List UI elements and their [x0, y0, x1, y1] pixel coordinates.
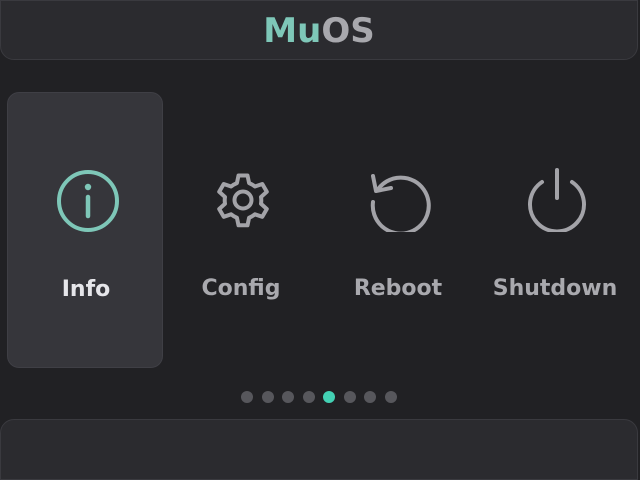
page-dot-active	[323, 391, 335, 403]
menu-item-reboot[interactable]: Reboot	[320, 92, 476, 368]
page-indicator	[241, 391, 397, 403]
menu-item-label: Reboot	[353, 276, 443, 301]
app-title: MuOS	[263, 14, 374, 48]
gear-icon	[211, 168, 275, 232]
page-dot	[302, 391, 315, 403]
menu-tiles: Info Config Reboot Shutdown	[0, 92, 640, 368]
page-dot	[343, 391, 356, 403]
menu-item-config[interactable]: Config	[163, 92, 319, 368]
main-menu-screen: MuOS Info Config Reboot Shutdown	[0, 0, 640, 480]
menu-item-info[interactable]: Info	[7, 92, 163, 368]
app-title-rest: OS	[321, 11, 375, 51]
menu-item-label: Config	[201, 276, 281, 301]
info-icon	[56, 169, 120, 233]
power-icon	[525, 168, 589, 232]
menu-item-label: Info	[61, 277, 111, 302]
page-dot	[241, 391, 253, 403]
page-dot	[384, 391, 397, 403]
menu-item-shutdown[interactable]: Shutdown	[477, 92, 633, 368]
reboot-icon	[368, 168, 432, 232]
page-dot	[364, 391, 376, 403]
page-dot	[261, 391, 274, 403]
page-dot	[282, 391, 294, 403]
title-bar: MuOS	[0, 0, 638, 60]
app-title-accent: Mu	[263, 11, 322, 51]
footer-bar	[0, 419, 638, 480]
menu-item-label: Shutdown	[492, 276, 618, 301]
